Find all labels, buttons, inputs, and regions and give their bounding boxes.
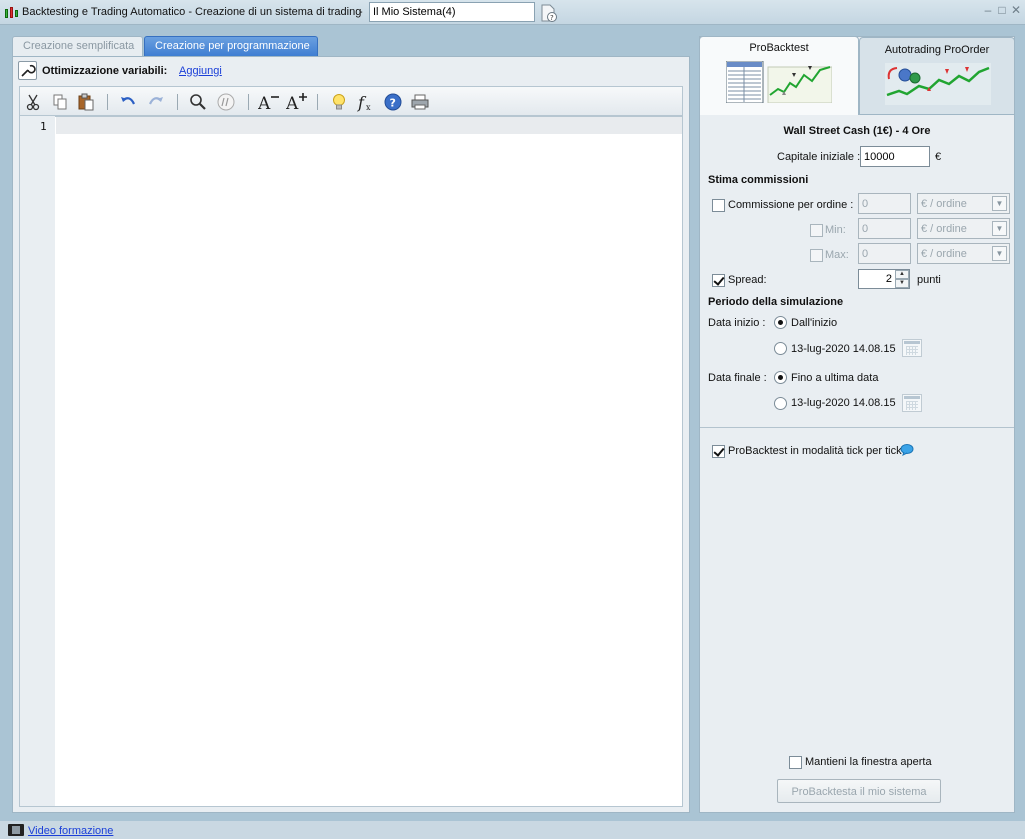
minimize-icon[interactable]: – — [982, 4, 994, 16]
autotrading-gears-icon — [885, 63, 991, 105]
spread-unit-label: punti — [917, 274, 941, 286]
min-input[interactable] — [858, 218, 911, 239]
calendar-icon[interactable] — [902, 339, 922, 357]
max-input[interactable] — [858, 243, 911, 264]
editor-toolbar: A A fx ? — [19, 86, 683, 116]
commission-unit-value: € / ordine — [921, 198, 967, 210]
window-title: Backtesting e Trading Automatico - Creaz… — [22, 6, 362, 18]
end-custom-date-label: 13-lug-2020 14.08.15 — [791, 397, 896, 409]
spin-down-icon[interactable]: ▼ — [895, 279, 909, 288]
close-icon[interactable]: ✕ — [1010, 4, 1022, 16]
keep-window-open-checkbox[interactable] — [789, 756, 802, 769]
function-icon[interactable]: fx — [356, 92, 376, 112]
max-checkbox[interactable] — [810, 249, 823, 262]
commission-input[interactable] — [858, 193, 911, 214]
max-label: Max: — [825, 249, 849, 261]
title-separator: - — [359, 6, 363, 18]
max-unit-value: € / ordine — [921, 248, 967, 260]
keep-window-open-label: Mantieni la finestra aperta — [805, 756, 932, 768]
start-custom-date-radio[interactable] — [774, 342, 787, 355]
tick-mode-checkbox[interactable] — [712, 445, 725, 458]
lightbulb-icon[interactable] — [329, 92, 349, 112]
start-custom-date-label: 13-lug-2020 14.08.15 — [791, 343, 896, 355]
spin-up-icon[interactable]: ▲ — [895, 270, 909, 279]
svg-text:x: x — [366, 103, 371, 112]
backtest-chart-icon — [726, 61, 832, 103]
chevron-down-icon: ▼ — [992, 246, 1007, 261]
help-document-icon[interactable]: ? — [540, 4, 558, 22]
search-icon[interactable] — [188, 92, 208, 112]
info-bubble-icon[interactable] — [900, 444, 914, 456]
font-decrease-icon[interactable]: A — [257, 92, 279, 114]
min-checkbox[interactable] — [810, 224, 823, 237]
simulation-period-title: Periodo della simulazione — [708, 296, 844, 308]
wrench-icon[interactable] — [18, 61, 37, 80]
tab-probacktest[interactable]: ProBacktest — [699, 36, 859, 115]
commission-unit-select[interactable]: € / ordine ▼ — [917, 193, 1010, 214]
commission-per-order-label: Commissione per ordine : — [728, 199, 854, 211]
max-unit-select[interactable]: € / ordine ▼ — [917, 243, 1010, 264]
capital-label: Capitale iniziale : — [777, 151, 861, 163]
start-date-label: Data inizio : — [708, 317, 766, 329]
instrument-title: Wall Street Cash (1€) - 4 Ore — [783, 125, 931, 137]
copy-icon[interactable] — [50, 92, 70, 112]
tick-mode-label: ProBacktest in modalità tick per tick — [728, 445, 902, 457]
redo-icon[interactable] — [146, 92, 166, 112]
add-variable-link[interactable]: Aggiungi — [179, 65, 222, 77]
comment-icon[interactable] — [216, 92, 236, 112]
spread-label: Spread: — [728, 274, 767, 286]
tab-autotrading-proorder[interactable]: Autotrading ProOrder — [859, 37, 1015, 115]
end-custom-date-radio[interactable] — [774, 397, 787, 410]
status-bar — [0, 821, 1025, 839]
system-name-input[interactable] — [369, 2, 535, 22]
svg-text:?: ? — [390, 97, 396, 110]
commission-per-order-checkbox[interactable] — [712, 199, 725, 212]
video-film-icon — [8, 824, 24, 836]
line-number: 1 — [40, 120, 47, 133]
start-from-beginning-radio[interactable] — [774, 316, 787, 329]
min-unit-select[interactable]: € / ordine ▼ — [917, 218, 1010, 239]
min-unit-value: € / ordine — [921, 223, 967, 235]
end-latest-date-radio[interactable] — [774, 371, 787, 384]
scissors-icon[interactable] — [24, 92, 44, 112]
optimization-variables-label: Ottimizzazione variabili: — [42, 65, 168, 77]
calendar-icon[interactable] — [902, 394, 922, 412]
chevron-down-icon: ▼ — [992, 196, 1007, 211]
spread-checkbox[interactable] — [712, 274, 725, 287]
tab-programming-creation[interactable]: Creazione per programmazione — [144, 36, 318, 56]
chevron-down-icon: ▼ — [992, 221, 1007, 236]
end-date-label: Data finale : — [708, 372, 767, 384]
maximize-icon[interactable]: □ — [996, 4, 1008, 16]
tab-autotrading-label: Autotrading ProOrder — [884, 44, 990, 56]
divider — [700, 427, 1014, 428]
current-line-highlight — [56, 117, 682, 134]
start-from-beginning-label: Dall'inizio — [791, 317, 838, 329]
tab-probacktest-label: ProBacktest — [749, 42, 809, 54]
font-increase-icon[interactable]: A — [285, 92, 307, 114]
svg-text:A: A — [286, 94, 299, 112]
undo-icon[interactable] — [118, 92, 138, 112]
commissions-title: Stima commissioni — [708, 174, 809, 186]
currency-label: € — [935, 151, 942, 163]
capital-input[interactable] — [860, 146, 930, 167]
code-editor[interactable] — [55, 116, 683, 807]
app-candlestick-icon — [4, 6, 18, 20]
paste-icon[interactable] — [76, 92, 96, 112]
svg-text:?: ? — [550, 14, 554, 22]
video-training-link[interactable]: Video formazione — [28, 825, 113, 837]
min-label: Min: — [825, 224, 846, 236]
tab-simple-creation[interactable]: Creazione semplificata — [12, 36, 143, 56]
svg-text:A: A — [258, 94, 271, 112]
print-icon[interactable] — [410, 92, 430, 112]
line-number-gutter — [19, 116, 55, 807]
end-latest-date-label: Fino a ultima data — [791, 372, 879, 384]
run-backtest-button[interactable]: ProBacktesta il mio sistema — [777, 779, 941, 803]
help-icon[interactable]: ? — [383, 92, 403, 112]
